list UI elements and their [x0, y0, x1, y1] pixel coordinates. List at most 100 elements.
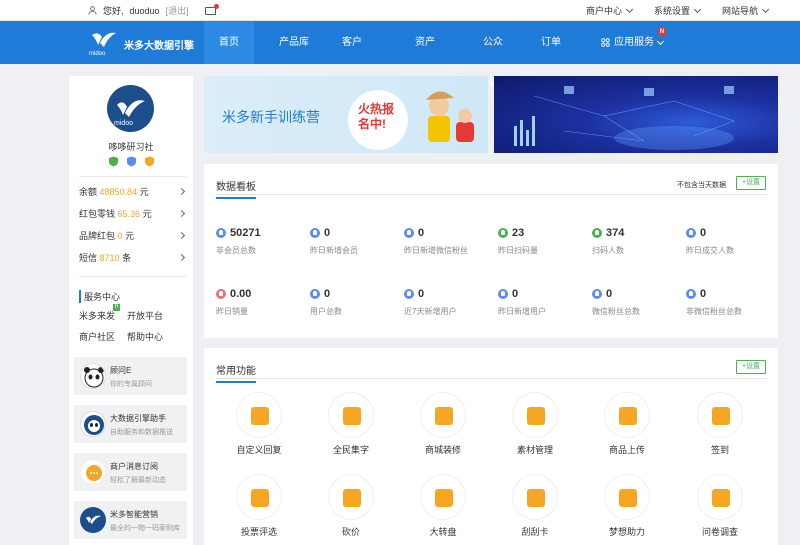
balance-label: 余额 [79, 187, 98, 197]
function-label: 全民集字 [332, 445, 369, 455]
nav-product-library[interactable]: 产品库 [254, 21, 334, 64]
advisor-card[interactable]: 顾问E 你的专属顾问 [74, 357, 187, 395]
yen-icon [343, 489, 361, 507]
avatar[interactable]: midoo [107, 85, 154, 132]
brand-title[interactable]: 米多大数据引擎 [124, 37, 194, 52]
function-item[interactable]: 商品上传 [592, 392, 662, 456]
smart-marketing-card[interactable]: 米多智能营销 最全的一物一码案例库 [74, 501, 187, 539]
grid-icon [601, 38, 610, 47]
tech-network-illustration [514, 86, 735, 150]
stat-item[interactable]: 0 近7天新增用户 [404, 288, 494, 317]
function-item[interactable]: 自定义回复 [224, 392, 294, 456]
stat-item[interactable]: 23 昨日扫码量 [498, 227, 588, 256]
nav-app-services-label: 应用服务 [614, 37, 654, 48]
stat-item[interactable]: 0.00 昨日销量 [216, 288, 306, 317]
username: duoduo [129, 5, 160, 16]
stat-item[interactable]: 0 用户总数 [310, 288, 400, 317]
stat-item[interactable]: 374 扫码人数 [592, 227, 682, 256]
stat-label: 昨日新增用户 [498, 307, 546, 316]
stat-item[interactable]: 0 昨日成交人数 [686, 227, 776, 256]
assistant-card[interactable]: 大数据引擎助手 自助服务和数据推送 [74, 405, 187, 443]
stat-label: 扫码人数 [592, 246, 624, 255]
subscription-title: 商户消息订阅 [110, 462, 158, 471]
service-mido-laifa[interactable]: 米多来发 [79, 309, 115, 322]
stat-value: 0 [606, 288, 613, 300]
stat-label: 昨日扫码量 [498, 246, 538, 255]
nav-official-account[interactable]: 公众号 [480, 21, 506, 91]
nav-assets[interactable]: 资产 [370, 21, 480, 64]
stat-item[interactable]: 0 昨日新增用户 [498, 288, 588, 317]
sms-row[interactable]: 短信 8710 条 [79, 251, 186, 264]
function-icon-circle [512, 474, 558, 520]
message-icon [80, 459, 106, 485]
nav-app-services[interactable]: 应用服务 N [596, 21, 668, 64]
stat-value: 0 [512, 288, 519, 300]
site-nav-menu[interactable]: 网站导航 [722, 4, 768, 17]
function-item[interactable]: 问卷调查 [685, 474, 755, 538]
dashboard-panel: 数据看板 不包含当天数据 +设置 50271 非会员总数 0 昨日新增会员 0 昨日新增微… [204, 164, 778, 338]
panda-avatar-icon [80, 363, 106, 389]
sms-label: 短信 [79, 253, 98, 263]
stat-item[interactable]: 50271 非会员总数 [216, 227, 306, 256]
stat-item[interactable]: 0 昨日新增会员 [310, 227, 400, 256]
stat-label: 近7天新增用户 [404, 307, 457, 316]
logout-link[interactable]: [退出] [166, 4, 189, 17]
mail-icon[interactable] [204, 3, 219, 15]
nav-home[interactable]: 首页 [204, 21, 254, 64]
merchant-center-menu[interactable]: 商户中心 [586, 4, 632, 17]
service-merchant-community[interactable]: 商户社区 [79, 330, 115, 343]
stat-value: 0.00 [230, 288, 252, 300]
function-item[interactable]: 素材管理 [500, 392, 570, 456]
red-packet-change-row[interactable]: 红包零钱 65.36 元 [79, 207, 186, 220]
stat-label: 非微信粉丝总数 [686, 307, 742, 316]
chevron-right-icon [177, 231, 186, 240]
nav-customers[interactable]: 客户 [334, 21, 370, 64]
chevron-right-icon [177, 187, 186, 196]
banner-title: 米多新手训练营 [222, 109, 320, 125]
stat-icon [498, 228, 508, 238]
function-label: 刮刮卡 [521, 527, 549, 537]
system-settings-menu[interactable]: 系统设置 [654, 4, 700, 17]
function-label: 砍价 [341, 527, 360, 537]
function-item[interactable]: 砍价 [316, 474, 386, 538]
function-item[interactable]: 梦想助力 [592, 474, 662, 538]
functions-settings-button[interactable]: +设置 [736, 360, 766, 374]
stat-value: 374 [606, 227, 625, 239]
verify-badges [108, 156, 155, 167]
stat-item[interactable]: 0 非微信粉丝总数 [686, 288, 776, 317]
function-item[interactable]: 商城装修 [408, 392, 478, 456]
function-item[interactable]: 全民集字 [316, 392, 386, 456]
nav-orders[interactable]: 订单 [506, 21, 596, 64]
stat-item[interactable]: 0 昨日新增微信粉丝 [404, 227, 494, 256]
training-camp-banner[interactable]: 米多新手训练营 火热报名中! [204, 76, 488, 153]
greeting-text: 您好, [103, 6, 124, 16]
function-label: 问卷调查 [701, 527, 738, 537]
store-icon [435, 407, 453, 425]
service-open-platform[interactable]: 开放平台 [127, 309, 163, 322]
brand-red-packet-row[interactable]: 品牌红包 0 元 [79, 229, 186, 242]
service-help-center[interactable]: 帮助中心 [127, 330, 163, 343]
balance-row[interactable]: 余额 48850.84 元 [79, 185, 186, 198]
service-center-title: 服务中心 [79, 290, 120, 303]
function-icon-circle [328, 392, 374, 438]
divider [79, 276, 186, 277]
stat-label: 微信粉丝总数 [592, 307, 640, 316]
function-item[interactable]: 刮刮卡 [500, 474, 570, 538]
chevron-right-icon [177, 209, 186, 218]
functions-panel: 常用功能 +设置 自定义回复 全民集字 商城装修 素材管理 商品上传 签到 投票评选 砍价 大转… [204, 348, 778, 545]
function-item[interactable]: 大转盘 [408, 474, 478, 538]
chat-icon [251, 407, 269, 425]
function-label: 素材管理 [516, 445, 553, 455]
function-icon-circle [420, 474, 466, 520]
chevron-down-icon [656, 37, 665, 45]
balance-amount: 48850.84 [99, 187, 138, 197]
stat-item[interactable]: 0 微信粉丝总数 [592, 288, 682, 317]
dashboard-settings-button[interactable]: +设置 [736, 176, 766, 190]
big-data-banner[interactable] [494, 76, 778, 153]
function-item[interactable]: 投票评选 [224, 474, 294, 538]
banner-bubble: 火热报名中! [358, 102, 395, 131]
subscription-card[interactable]: 商户消息订阅 轻松了解最新动态 [74, 453, 187, 491]
midoo-logo[interactable]: midoo [88, 29, 120, 57]
function-item[interactable]: 签到 [685, 392, 755, 456]
stat-label: 用户总数 [310, 307, 342, 316]
